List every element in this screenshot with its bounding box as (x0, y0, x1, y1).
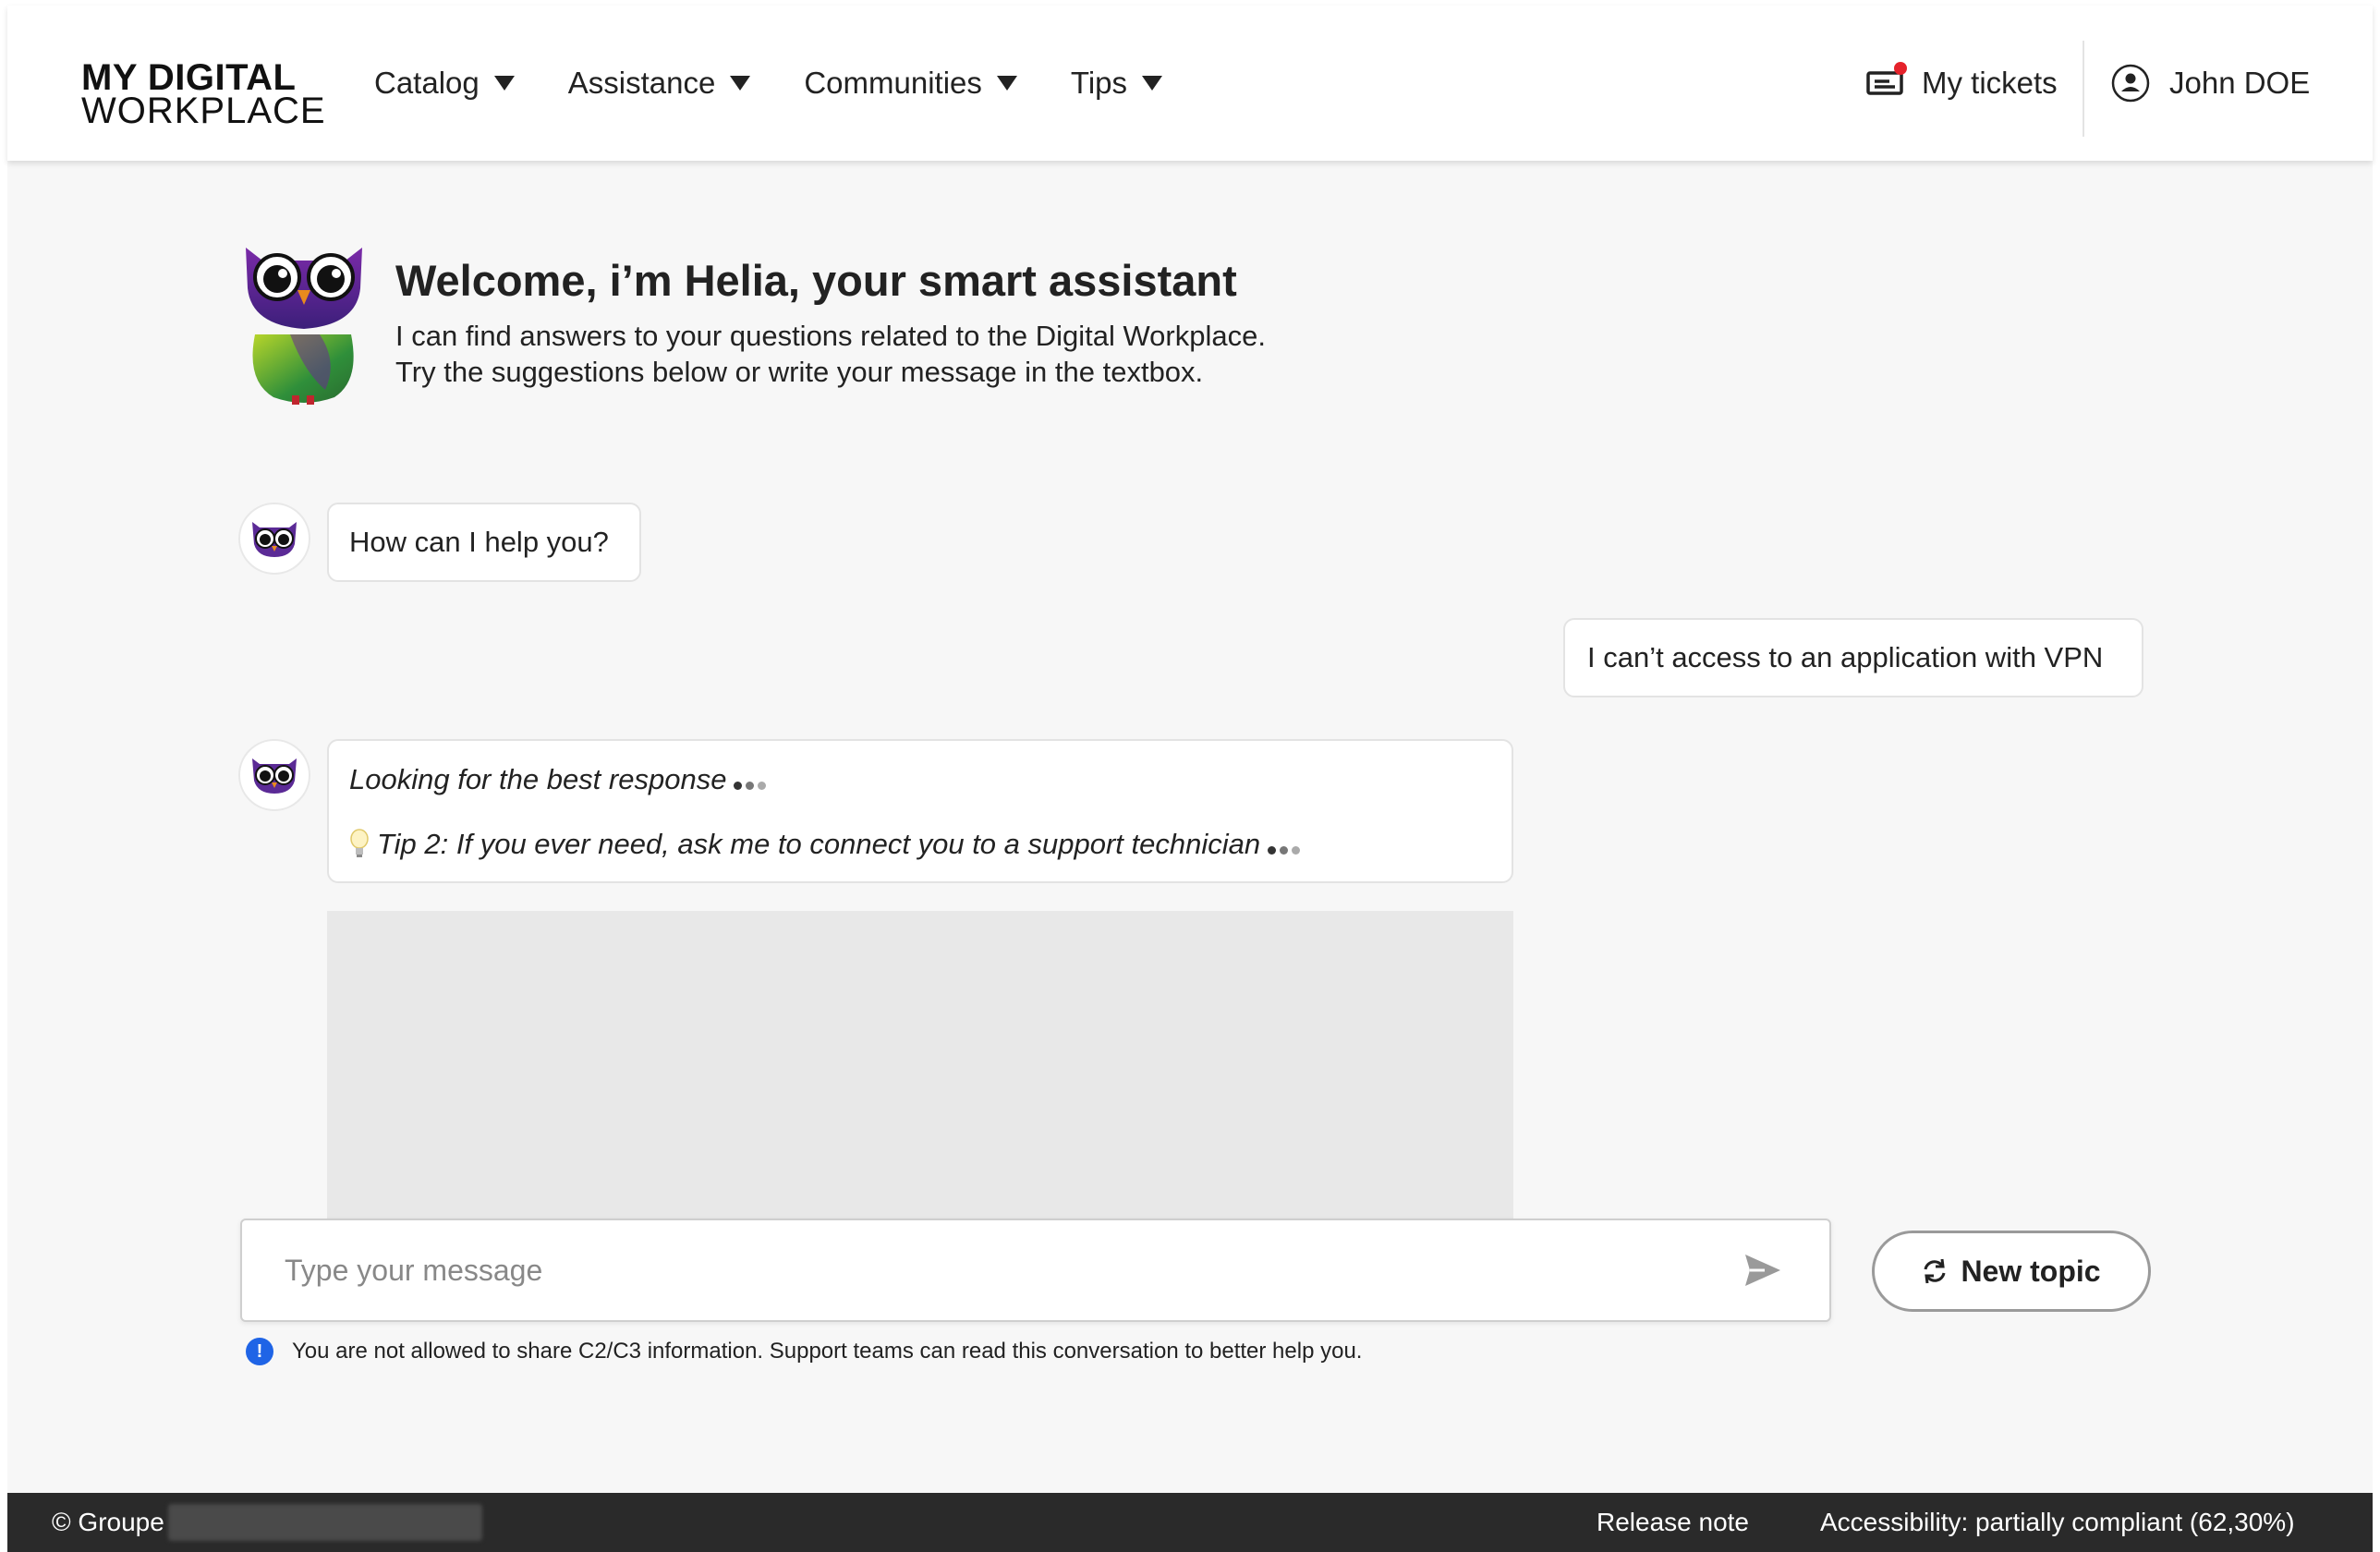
caret-down-icon (1142, 76, 1163, 91)
bot-typing-message: Looking for the best response Tip 2: If … (327, 739, 1513, 883)
ticket-icon (1866, 62, 1907, 97)
user-message-text: I can’t access to an application with VP… (1587, 641, 2104, 673)
typing-dots-icon (734, 781, 770, 790)
header-divider (2082, 41, 2084, 137)
loading-text: Looking for the best response (349, 763, 727, 795)
lightbulb-icon (350, 829, 369, 857)
welcome-line-2: Try the suggestions below or write your … (395, 356, 1204, 388)
welcome-line-1: I can find answers to your questions rel… (395, 320, 1266, 352)
user-name: John DOE (2169, 66, 2311, 100)
main-nav: Catalog Assistance Communities Tips (374, 6, 1216, 161)
owl-mascot-icon (246, 248, 362, 405)
message-input[interactable] (242, 1220, 1742, 1320)
response-loading-panel (327, 911, 1513, 1225)
accessibility-link[interactable]: Accessibility: partially compliant (62,3… (1820, 1493, 2295, 1552)
nav-communities-label: Communities (804, 66, 982, 100)
my-tickets-link[interactable]: My tickets (1866, 59, 2058, 107)
loading-line: Looking for the best response (349, 759, 1491, 800)
bot-avatar (238, 503, 310, 575)
copyright: © Groupe (52, 1493, 482, 1552)
bot-message-text: How can I help you? (349, 526, 609, 558)
privacy-notice: ! You are not allowed to share C2/C3 inf… (246, 1338, 1362, 1365)
message-input-box (240, 1219, 1831, 1322)
bot-message: How can I help you? (327, 503, 641, 582)
page-footer: © Groupe Release note Accessibility: par… (7, 1493, 2373, 1552)
nav-catalog-label: Catalog (374, 66, 480, 100)
welcome-subtitle: I can find answers to your questions rel… (395, 318, 1266, 390)
caret-down-icon (493, 76, 515, 91)
bot-avatar (238, 739, 310, 811)
tip-text: Tip 2: If you ever need, ask me to conne… (377, 828, 1261, 860)
nav-tips[interactable]: Tips (1070, 66, 1163, 101)
caret-down-icon (730, 76, 751, 91)
privacy-notice-text: You are not allowed to share C2/C3 infor… (292, 1339, 1363, 1364)
top-header: MY DIGITAL WORKPLACE Catalog Assistance … (7, 6, 2373, 161)
info-icon: ! (246, 1338, 273, 1365)
owl-avatar-icon (252, 758, 297, 794)
user-circle-icon (2111, 64, 2150, 103)
my-tickets-label: My tickets (1922, 66, 2058, 100)
logo-line-2: WORKPLACE (81, 91, 326, 131)
nav-assistance[interactable]: Assistance (568, 66, 751, 101)
refresh-icon (1924, 1258, 1946, 1284)
nav-catalog[interactable]: Catalog (374, 66, 515, 101)
welcome-title: Welcome, i’m Helia, your smart assistant (395, 256, 1237, 305)
site-logo[interactable]: MY DIGITAL WORKPLACE (81, 57, 326, 131)
new-topic-button[interactable]: New topic (1872, 1231, 2151, 1312)
send-icon[interactable] (1742, 1252, 1783, 1289)
nav-tips-label: Tips (1070, 66, 1128, 100)
user-menu[interactable]: John DOE (2110, 55, 2310, 111)
owl-avatar-icon (252, 522, 297, 557)
typing-dots-icon (1268, 845, 1304, 855)
copyright-text: © Groupe (52, 1508, 164, 1536)
new-topic-label: New topic (1961, 1254, 2101, 1288)
nav-communities[interactable]: Communities (804, 66, 1017, 101)
redacted-block (167, 1504, 482, 1541)
release-note-link[interactable]: Release note (1597, 1493, 1749, 1552)
notification-dot (1894, 62, 1907, 75)
caret-down-icon (996, 76, 1017, 91)
app-root: MY DIGITAL WORKPLACE Catalog Assistance … (7, 6, 2373, 1552)
user-message: I can’t access to an application with VP… (1563, 618, 2143, 697)
tip-line: Tip 2: If you ever need, ask me to conne… (349, 824, 1491, 865)
logo-line-1: MY DIGITAL (81, 57, 297, 98)
nav-assistance-label: Assistance (567, 66, 716, 100)
